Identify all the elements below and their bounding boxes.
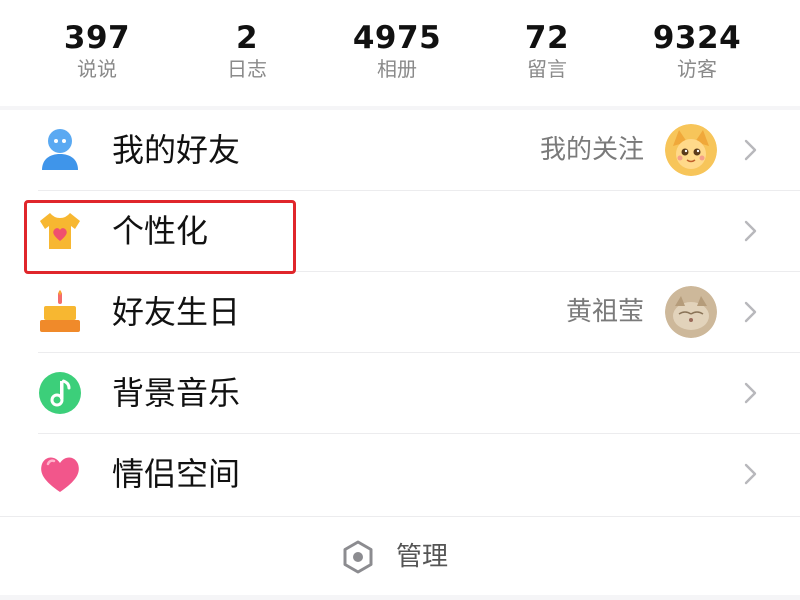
menu-item-label: 好友生日 (112, 293, 241, 331)
hexagon-settings-icon (340, 539, 376, 575)
section-divider (0, 595, 800, 600)
stat-value: 9324 (652, 20, 742, 56)
stat-xiangce[interactable]: 4975 相册 (327, 20, 467, 82)
avatar (665, 124, 717, 176)
menu-item-label: 我的好友 (112, 131, 241, 169)
chevron-right-icon (738, 461, 762, 487)
avatar (665, 286, 717, 338)
menu-item-background-music[interactable]: 背景音乐 (0, 353, 800, 434)
chevron-right-icon (738, 218, 762, 244)
menu-item-birthday[interactable]: 好友生日 黄祖莹 (0, 272, 800, 353)
stat-shuoshuo[interactable]: 397 说说 (27, 20, 167, 82)
manage-label: 管理 (396, 542, 449, 572)
chevron-right-icon (738, 380, 762, 406)
stat-label: 访客 (677, 57, 717, 81)
stat-liuyan[interactable]: 72 留言 (477, 20, 617, 82)
menu-item-couple-space[interactable]: 情侣空间 (0, 434, 800, 514)
stat-label: 说说 (77, 57, 117, 81)
stats-bar: 397 说说 2 日志 4975 相册 72 留言 9324 访客 (0, 0, 800, 108)
footer: 管理 (0, 517, 800, 595)
menu-item-label: 背景音乐 (112, 374, 241, 412)
birthday-cake-icon (36, 288, 84, 336)
qzone-profile-page: 397 说说 2 日志 4975 相册 72 留言 9324 访客 我的好友 我… (0, 0, 800, 600)
heart-icon (36, 450, 84, 498)
stat-label: 相册 (377, 57, 417, 81)
chevron-right-icon (738, 299, 762, 325)
menu-item-extra: 黄祖莹 (565, 297, 644, 327)
stat-label: 留言 (527, 57, 567, 81)
menu-item-extra: 我的关注 (539, 135, 644, 165)
friend-person-icon (36, 126, 84, 174)
stat-fangke[interactable]: 9324 访客 (627, 20, 767, 82)
manage-button[interactable]: 管理 (340, 535, 470, 579)
chevron-right-icon (738, 137, 762, 163)
highlight-annotation-box (24, 200, 296, 274)
menu-item-friends[interactable]: 我的好友 我的关注 (0, 110, 800, 191)
stat-value: 2 (235, 20, 259, 56)
stat-rizhi[interactable]: 2 日志 (177, 20, 317, 82)
stat-value: 4975 (352, 20, 442, 56)
stat-value: 397 (63, 20, 131, 56)
stat-label: 日志 (227, 57, 267, 81)
stat-value: 72 (524, 20, 570, 56)
menu-item-label: 情侣空间 (112, 455, 241, 493)
music-note-icon (36, 369, 84, 417)
